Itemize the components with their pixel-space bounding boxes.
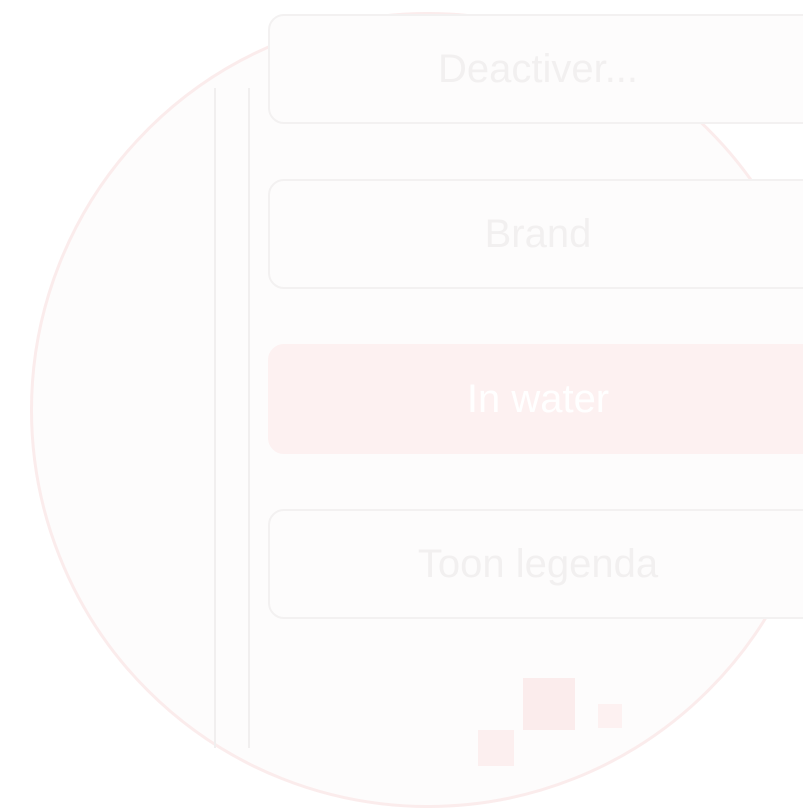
brand-button-label: Brand bbox=[484, 212, 592, 256]
decorative-square bbox=[523, 678, 575, 730]
show-legend-button[interactable]: Toon legenda bbox=[268, 509, 803, 619]
in-water-button-label: In water bbox=[466, 377, 610, 421]
left-side-rail bbox=[214, 88, 250, 748]
brand-button[interactable]: Brand bbox=[268, 179, 803, 289]
show-legend-button-label: Toon legenda bbox=[417, 542, 659, 586]
decorative-square bbox=[478, 730, 514, 766]
decorative-square bbox=[598, 704, 622, 728]
deactivate-button[interactable]: Deactiver... bbox=[268, 14, 803, 124]
in-water-button[interactable]: In water bbox=[268, 344, 803, 454]
watch-screen: Deactiver... Brand In water Toon legenda bbox=[0, 0, 803, 809]
deactivate-button-label: Deactiver... bbox=[437, 47, 639, 91]
